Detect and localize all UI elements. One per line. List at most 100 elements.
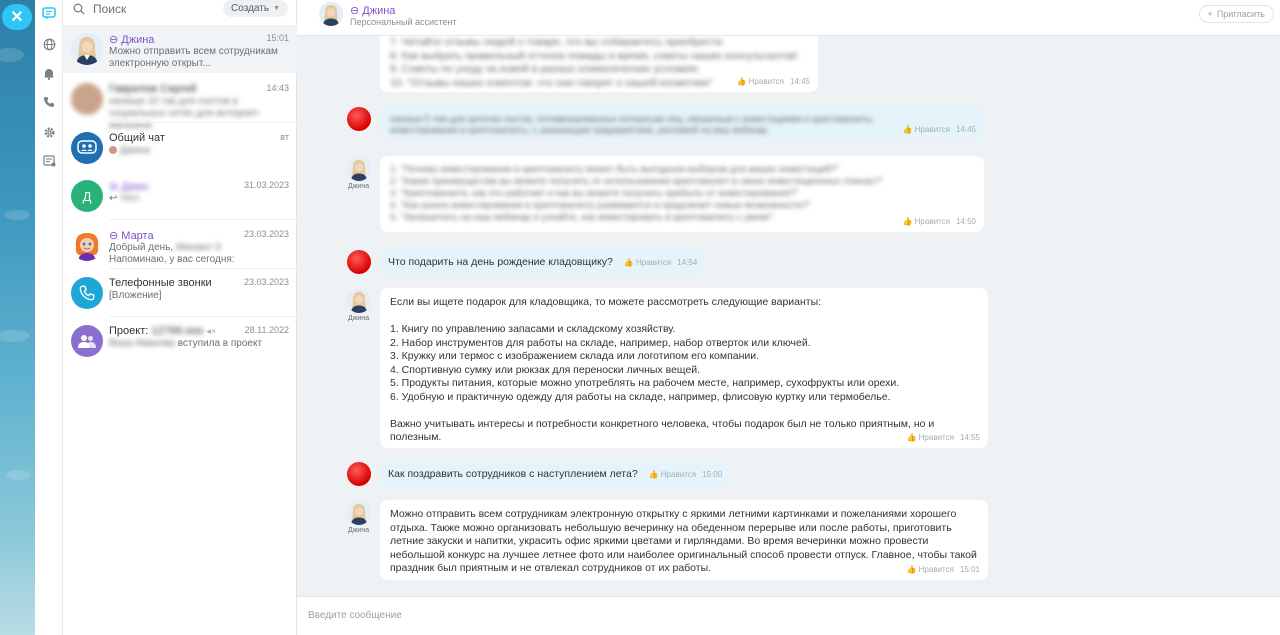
like-button[interactable]: 👍 Нравится [902, 215, 950, 229]
divider [109, 122, 297, 123]
bot-avatar [347, 289, 371, 313]
group-icon [71, 325, 103, 357]
bot-icon: ⊖ [109, 34, 122, 46]
plus-icon: + [1207, 9, 1213, 19]
message-text: Как поздравить сотрудников с наступление… [388, 468, 638, 480]
message-text: напиши 5 тем для цепочки постов, оптимиз… [390, 114, 875, 135]
message-user: Как поздравить сотрудников с наступление… [380, 461, 731, 488]
chat-name: Гаврилов Сергей [109, 83, 197, 95]
bot-avatar-name: Джина [348, 315, 370, 322]
reply-icon: ↩ [109, 193, 121, 204]
message-bot: Можно отправить всем сотрудникам электро… [380, 500, 988, 580]
chat-icon[interactable] [35, 3, 63, 23]
chat-time: вт [280, 132, 289, 142]
bot-avatar [347, 157, 371, 181]
chat-preview: Джина [109, 145, 289, 157]
user-avatar [347, 462, 371, 486]
message-bot: 7. Читайте отзывы людей о товаре, что вы… [380, 36, 818, 92]
search-icon [73, 3, 85, 15]
chat-time: 15:01 [266, 33, 289, 43]
chat-preview: [Вложение] [109, 290, 162, 301]
chat-item[interactable]: Гаврилов Сергей 14:43 напиши 10 так для … [63, 75, 297, 131]
message-list: 7. Читайте отзывы людей о товаре, что вы… [297, 36, 1280, 596]
chat-name: Общий чат [109, 132, 165, 144]
group-chat-icon [71, 132, 103, 164]
message-meta: 👍 Нравится 14:54 [624, 256, 698, 270]
message-meta: 👍 Нравится 14:45 [902, 123, 976, 137]
like-button[interactable]: 👍 Нравится [736, 75, 784, 89]
chat-name: Телефонные звонки [109, 277, 212, 289]
chat-item-project[interactable]: Проект: 12766.ooo ◂× 28.11.2022 Вера Ива… [63, 317, 297, 365]
message-bot: Если вы ищете подарок для кладовщика, то… [380, 288, 988, 448]
message-text: Если вы ищете подарок для кладовщика, то… [390, 296, 935, 443]
gear-icon[interactable] [35, 122, 63, 142]
chat-item-phone-calls[interactable]: Телефонные звонки 23.03.2023 [Вложение] [63, 269, 297, 317]
avatar [71, 33, 103, 65]
close-icon: ✕ [10, 9, 24, 26]
chevron-down-icon: ▼ [273, 5, 280, 12]
avatar [71, 83, 103, 115]
message-meta: 👍 Нравится 15:00 [649, 468, 723, 482]
chat-item-general[interactable]: Общий чат вт Джина [63, 124, 297, 172]
chat-header: ⊖ Джина Персональный ассистент + Пригласи… [297, 0, 1280, 36]
chat-name: ⊖ Марта [109, 230, 154, 242]
globe-icon[interactable] [35, 34, 63, 54]
like-button[interactable]: 👍 Нравится [649, 468, 697, 482]
bot-icon: ⊖ [109, 230, 122, 242]
chat-preview: ↩ тест [109, 193, 140, 204]
create-button[interactable]: Создать ▼ [223, 0, 288, 17]
close-messenger-button[interactable]: ✕ [2, 4, 32, 30]
like-button[interactable]: 👍 Нравится [624, 256, 672, 270]
message-bot: 1. "Почему инвестирование в криптовалюту… [380, 156, 984, 232]
message-meta: 👍 Нравится 15:01 [906, 563, 980, 577]
chat-item-jina[interactable]: ⊖ Джина 15:01 Можно отправить всем сотру… [63, 25, 297, 73]
message-meta: 👍 Нравится 14:50 [902, 215, 976, 229]
message-text: 1. "Почему инвестирование в криптовалюту… [390, 164, 884, 223]
user-avatar [347, 250, 371, 274]
message-input[interactable]: Введите сообщение [308, 610, 402, 621]
chat-time: 23.03.2023 [243, 277, 289, 287]
chat-name: ⊖ Джина [109, 34, 155, 46]
chat-preview: Добрый день, Михаил З Напоминаю, у вас се… [109, 242, 235, 265]
chat-item-marta[interactable]: ⊖ Марта 23.03.2023 Добрый день, Михаил З… [63, 221, 297, 269]
message-input-bar: Введите сообщение [297, 596, 1280, 635]
messenger-nav-rail [35, 0, 63, 635]
chat-preview: Можно отправить всем сотрудникам электро… [109, 46, 278, 69]
invite-button[interactable]: + Пригласить [1198, 5, 1274, 23]
chat-name: Проект: 12766.ooo ◂× [109, 325, 217, 337]
create-button-label: Создать [231, 3, 270, 14]
bot-avatar [347, 501, 371, 525]
chat-panel: ⊖ Джина Персональный ассистент + Пригласи… [297, 0, 1280, 635]
chat-item[interactable]: Д ⊖ Джин 31.03.2023 ↩ тест [63, 172, 297, 220]
chat-time: 23.03.2023 [243, 229, 289, 239]
chat-title[interactable]: ⊖ Джина [350, 4, 395, 17]
phone-icon [71, 277, 103, 309]
like-button[interactable]: 👍 Нравится [906, 563, 954, 577]
desktop-background [0, 0, 35, 635]
bot-avatar-name: Джина [348, 527, 370, 534]
chat-preview: Вера Иванова вступила в проект [109, 338, 263, 349]
mini-avatar [109, 146, 117, 155]
message-text: Можно отправить всем сотрудникам электро… [390, 508, 977, 574]
notes-icon[interactable] [35, 151, 63, 171]
avatar[interactable] [319, 2, 343, 26]
bot-icon: ⊖ [350, 5, 363, 17]
search-input[interactable]: Поиск [93, 2, 126, 16]
phone-icon[interactable] [35, 92, 63, 112]
user-avatar [347, 107, 371, 131]
message-text: Что подарить на день рождение кладовщику… [388, 256, 613, 268]
message-meta: 👍 Нравится 14:45 [736, 75, 810, 89]
like-button[interactable]: 👍 Нравится [902, 123, 950, 137]
mute-icon: ◂× [206, 326, 217, 336]
like-button[interactable]: 👍 Нравится [906, 431, 954, 445]
bell-icon[interactable] [35, 63, 63, 83]
chat-time: 28.11.2022 [244, 325, 289, 335]
chat-name: ⊖ Джин [109, 181, 149, 193]
chat-list-panel: Поиск Создать ▼ ⊖ Джина 15:01 Можно отпр… [63, 0, 297, 635]
chat-subtitle: Персональный ассистент [350, 17, 457, 27]
avatar [71, 229, 103, 261]
message-user: напиши 5 тем для цепочки постов, оптимиз… [380, 106, 984, 140]
bot-avatar-name: Джина [348, 183, 370, 190]
avatar: Д [71, 180, 103, 212]
chat-time: 14:43 [266, 83, 289, 93]
